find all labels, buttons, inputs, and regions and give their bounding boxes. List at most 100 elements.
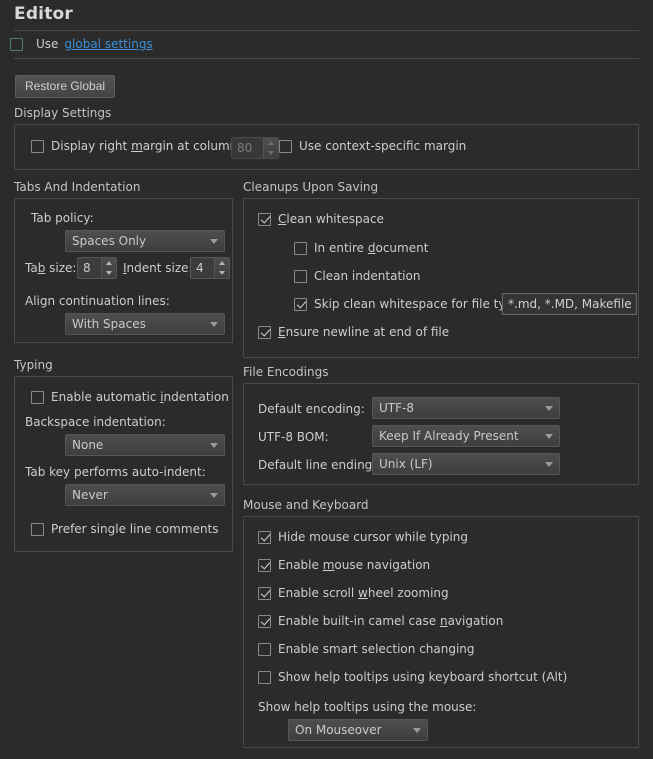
mouse-nav-mnemonic: m: [323, 558, 335, 572]
show-tooltips-alt-label: Show help tooltips using keyboard shortc…: [278, 670, 567, 684]
use-global-settings-checkbox[interactable]: [10, 38, 23, 51]
use-global-settings-label: Use: [36, 37, 58, 51]
align-continuation-value: With Spaces: [72, 317, 204, 331]
utf8-bom-combo[interactable]: Keep If Already Present: [372, 425, 560, 447]
use-context-margin-row: Use context-specific margin: [279, 139, 466, 153]
spinner-down-icon[interactable]: [264, 148, 278, 158]
clean-whitespace-row: Clean whitespace: [258, 212, 384, 226]
ensure-newline-checkbox[interactable]: [258, 326, 271, 339]
tab-size-label-b: size:: [45, 261, 76, 275]
right-margin-column-value[interactable]: 80: [232, 138, 263, 158]
clean-indentation-label: Clean indentation: [314, 269, 420, 283]
in-entire-document-row: In entire document: [294, 241, 428, 255]
chevron-down-icon: [545, 462, 553, 467]
cleanups-body: Clean whitespace In entire document Clea…: [243, 198, 639, 358]
hide-mouse-cursor-row: Hide mouse cursor while typing: [258, 530, 468, 544]
auto-indent-label-a: Enable automatic: [51, 390, 160, 404]
tab-key-auto-indent-value: Never: [72, 488, 204, 502]
default-encoding-label: Default encoding:: [258, 402, 365, 416]
tab-size-spin-buttons[interactable]: [101, 258, 116, 278]
enable-camel-case-navigation-checkbox[interactable]: [258, 615, 271, 628]
use-context-margin-checkbox[interactable]: [279, 140, 292, 153]
mouse-keyboard-title: Mouse and Keyboard: [243, 498, 369, 512]
skip-file-types-input[interactable]: *.md, *.MD, Makefile: [502, 293, 637, 315]
default-line-endings-value: Unix (LF): [379, 457, 539, 471]
tab-policy-combo[interactable]: Spaces Only: [65, 230, 225, 252]
auto-indent-label-b: ndentation: [164, 390, 229, 404]
mouse-nav-label-b: ouse navigation: [334, 558, 430, 572]
display-settings-body: Display right margin at column: 80 Use c…: [14, 124, 639, 170]
prefer-single-line-comments-checkbox[interactable]: [31, 523, 44, 536]
in-entire-document-checkbox[interactable]: [294, 242, 307, 255]
indent-size-value[interactable]: 4: [191, 258, 214, 278]
cleanups-group: Cleanups Upon Saving Clean whitespace In…: [243, 180, 639, 358]
default-encoding-combo[interactable]: UTF-8: [372, 397, 560, 419]
show-tooltips-mouse-combo[interactable]: On Mouseover: [288, 719, 428, 741]
align-continuation-combo[interactable]: With Spaces: [65, 313, 225, 335]
tab-size-spinner[interactable]: 8: [77, 257, 117, 279]
ensure-newline-mnemonic: E: [278, 325, 286, 339]
indent-size-label: ndent size:: [127, 261, 193, 275]
skip-clean-whitespace-row: Skip clean whitespace for file types:: [294, 297, 531, 311]
show-tooltips-alt-row: Show help tooltips using keyboard shortc…: [258, 670, 567, 684]
hide-mouse-cursor-checkbox[interactable]: [258, 531, 271, 544]
tabs-indentation-body: Tab policy: Spaces Only Tab size: 8 Inde…: [14, 198, 233, 343]
use-global-settings-row: Use global settings: [10, 37, 153, 51]
show-tooltips-mouse-value: On Mouseover: [295, 723, 407, 737]
enable-smart-selection-row: Enable smart selection changing: [258, 642, 475, 656]
enable-auto-indentation-checkbox[interactable]: [31, 391, 44, 404]
display-right-margin-checkbox[interactable]: [31, 140, 44, 153]
enable-scroll-wheel-zooming-checkbox[interactable]: [258, 587, 271, 600]
spinner-down-icon[interactable]: [102, 268, 116, 278]
default-line-endings-label: Default line endings:: [258, 458, 383, 472]
skip-clean-whitespace-label: Skip clean whitespace for file types:: [314, 297, 531, 311]
prefer-single-line-comments-row: Prefer single line comments: [31, 522, 219, 536]
spinner-up-icon[interactable]: [264, 138, 278, 148]
clean-indentation-checkbox[interactable]: [294, 270, 307, 283]
title-separator: [14, 30, 639, 31]
camel-case-label-b: avigation: [448, 614, 504, 628]
utf8-bom-value: Keep If Already Present: [379, 429, 539, 443]
global-separator: [14, 58, 639, 59]
backspace-indentation-value: None: [72, 438, 204, 452]
align-continuation-label: Align continuation lines:: [25, 294, 170, 308]
spinner-up-icon[interactable]: [102, 258, 116, 268]
show-tooltips-mouse-label: Show help tooltips using the mouse:: [258, 700, 476, 714]
page-title: Editor: [14, 4, 73, 24]
enable-mouse-navigation-checkbox[interactable]: [258, 559, 271, 572]
show-tooltips-alt-checkbox[interactable]: [258, 671, 271, 684]
tab-key-auto-indent-combo[interactable]: Never: [65, 484, 225, 506]
right-margin-column-spin-buttons[interactable]: [263, 138, 278, 158]
backspace-indentation-combo[interactable]: None: [65, 434, 225, 456]
right-margin-column-spinner[interactable]: 80: [231, 137, 279, 159]
typing-group: Typing Enable automatic indentation Back…: [14, 358, 233, 552]
default-line-endings-combo[interactable]: Unix (LF): [372, 453, 560, 475]
mouse-nav-label-a: Enable: [278, 558, 323, 572]
global-settings-link[interactable]: global settings: [64, 37, 152, 51]
tab-size-value[interactable]: 8: [78, 258, 101, 278]
tab-policy-label: Tab policy:: [31, 211, 94, 225]
chevron-down-icon: [210, 443, 218, 448]
spinner-up-icon[interactable]: [215, 258, 229, 268]
typing-title: Typing: [14, 358, 53, 372]
enable-smart-selection-checkbox[interactable]: [258, 643, 271, 656]
spinner-down-icon[interactable]: [215, 268, 229, 278]
enable-scroll-wheel-zooming-row: Enable scroll wheel zooming: [258, 586, 449, 600]
indent-size-spinner[interactable]: 4: [190, 257, 230, 279]
file-encodings-body: Default encoding: UTF-8 UTF-8 BOM: Keep …: [243, 383, 639, 485]
tab-policy-value: Spaces Only: [72, 234, 204, 248]
skip-clean-whitespace-checkbox[interactable]: [294, 298, 307, 311]
camel-case-label-a: Enable built-in camel case: [278, 614, 440, 628]
chevron-down-icon: [545, 434, 553, 439]
ensure-newline-row: Ensure newline at end of file: [258, 325, 449, 339]
indent-size-spin-buttons[interactable]: [214, 258, 229, 278]
camel-case-mnemonic: n: [440, 614, 448, 628]
enable-auto-indentation-row: Enable automatic indentation: [31, 390, 229, 404]
scroll-zoom-label-a: Enable scroll: [278, 586, 358, 600]
tabs-indentation-group: Tabs And Indentation Tab policy: Spaces …: [14, 180, 233, 343]
restore-global-button[interactable]: Restore Global: [15, 75, 115, 98]
typing-body: Enable automatic indentation Backspace i…: [14, 376, 233, 552]
editor-preferences-page: Editor Use global settings Restore Globa…: [0, 0, 653, 759]
mouse-keyboard-group: Mouse and Keyboard Hide mouse cursor whi…: [243, 498, 639, 748]
clean-whitespace-checkbox[interactable]: [258, 213, 271, 226]
